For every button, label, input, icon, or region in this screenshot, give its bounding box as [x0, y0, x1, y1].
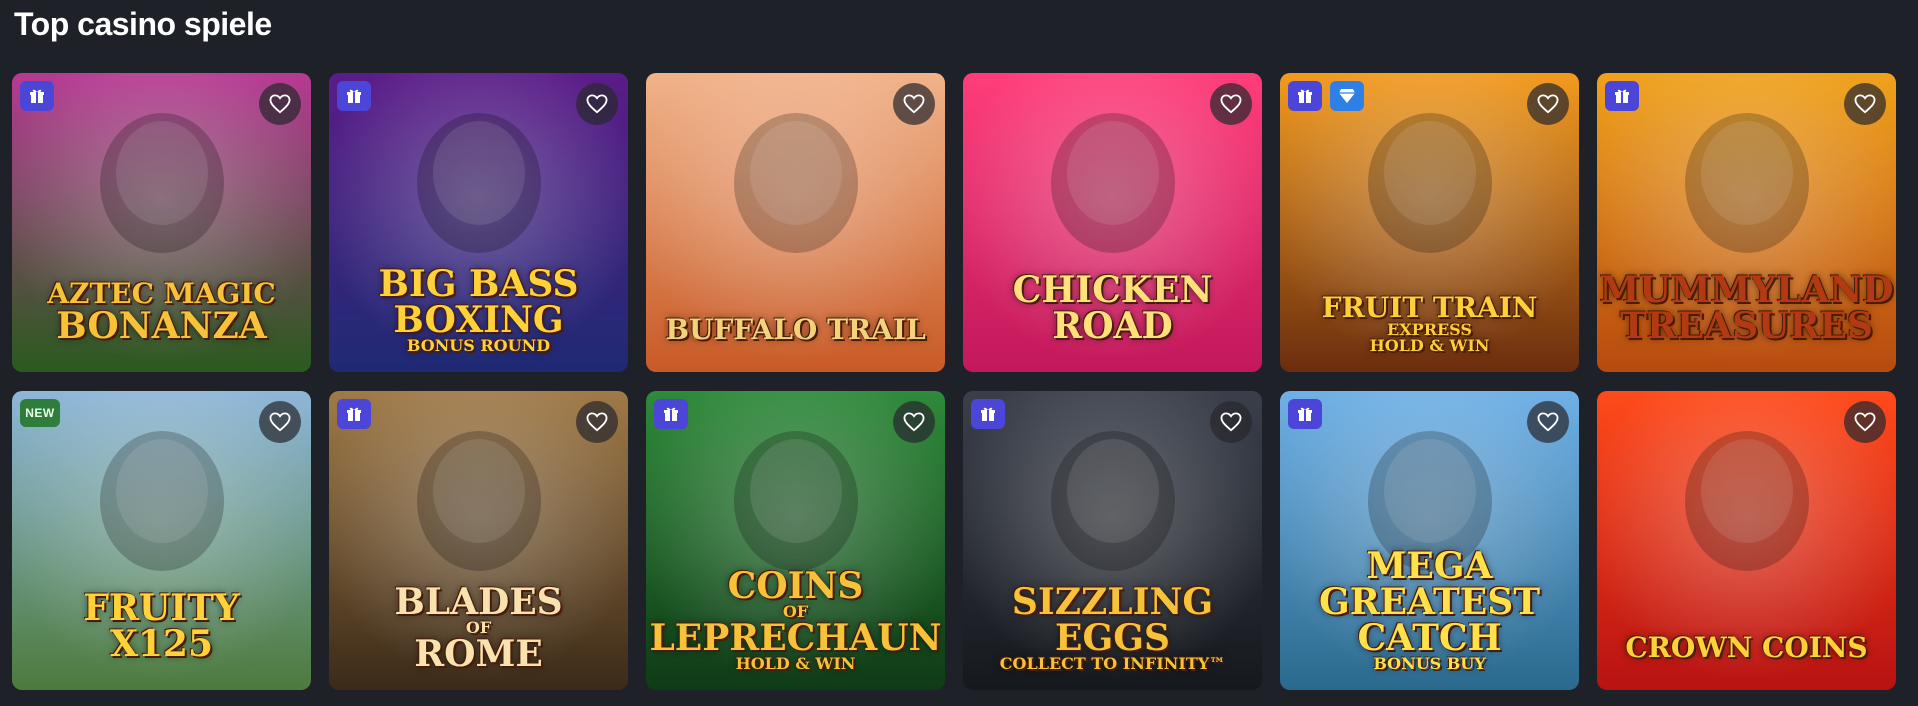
game-logo-line: Road	[1052, 305, 1173, 347]
game-badges	[971, 399, 1005, 429]
favorite-button[interactable]	[259, 401, 301, 443]
game-logo-line: Bonus Buy	[1373, 654, 1486, 673]
diamond-icon	[1330, 81, 1364, 111]
gift-icon	[1288, 399, 1322, 429]
game-logo-line: x125	[109, 623, 214, 665]
game-logo-line: Chicken	[1012, 269, 1213, 311]
game-logo: Fruity x125	[12, 590, 311, 662]
game-logo-line: Sizzling	[1011, 581, 1214, 623]
game-logo-line: Treasures	[1620, 305, 1873, 347]
game-logo-line: Collect to Infinity™	[999, 654, 1226, 673]
game-logo: Blades of Rome	[329, 584, 628, 672]
game-logo: Aztec Magic Bonanza	[12, 277, 311, 347]
heart-icon	[1854, 412, 1876, 432]
game-tile-mummyland-treasures[interactable]: Mummyland Treasures	[1597, 73, 1896, 372]
favorite-button[interactable]	[1527, 83, 1569, 125]
favorite-button[interactable]	[1527, 401, 1569, 443]
game-logo: Fruit Train Express Hold & Win	[1280, 294, 1579, 354]
game-logo-line: Catch	[1357, 617, 1502, 659]
game-logo-line: Bonanza	[56, 305, 267, 347]
section-title: Top casino spiele	[14, 6, 272, 42]
gift-icon	[971, 399, 1005, 429]
game-logo-line: Greatest	[1318, 581, 1541, 623]
favorite-button[interactable]	[893, 401, 935, 443]
game-logo-line: Boxing	[393, 299, 564, 341]
game-tile-fruity-x125[interactable]: Fruity x125 NEW	[12, 391, 311, 690]
heart-icon	[1220, 94, 1242, 114]
game-logo-line: Bonus Round	[406, 336, 551, 355]
heart-icon	[586, 94, 608, 114]
gift-icon	[1288, 81, 1322, 111]
game-logo: Big Bass Boxing Bonus Round	[329, 266, 628, 354]
favorite-button[interactable]	[1210, 401, 1252, 443]
game-logo-line: Aztec Magic	[47, 277, 276, 310]
game-tile-blades-of-rome[interactable]: Blades of Rome	[329, 391, 628, 690]
game-badges	[654, 399, 688, 429]
games-grid: Aztec Magic Bonanza Big Bass Boxing Bonus R…	[12, 73, 1896, 690]
heart-icon	[1537, 412, 1559, 432]
heart-icon	[1537, 94, 1559, 114]
game-logo: Buffalo Trail	[646, 316, 945, 344]
game-logo-line: Rome	[414, 633, 543, 675]
heart-icon	[1220, 412, 1242, 432]
heart-icon	[903, 94, 925, 114]
game-logo-line: Blades	[394, 581, 563, 623]
game-logo-line: Coins	[727, 565, 864, 607]
game-tile-crown-coins[interactable]: Crown Coins	[1597, 391, 1896, 690]
favorite-button[interactable]	[1844, 83, 1886, 125]
favorite-button[interactable]	[576, 83, 618, 125]
gift-icon	[1605, 81, 1639, 111]
favorite-button[interactable]	[893, 83, 935, 125]
game-badges	[337, 81, 371, 111]
game-logo-line: Hold & Win	[1369, 336, 1490, 355]
game-logo: Coins of Leprechaun Hold & Win	[646, 568, 945, 672]
game-tile-fruit-train-express[interactable]: Fruit Train Express Hold & Win	[1280, 73, 1579, 372]
game-logo-line: Mega	[1366, 545, 1493, 587]
gift-icon	[337, 81, 371, 111]
game-badges	[20, 81, 54, 111]
game-tile-aztec-magic-bonanza[interactable]: Aztec Magic Bonanza	[12, 73, 311, 372]
game-logo: Sizzling Eggs Collect to Infinity™	[963, 584, 1262, 672]
game-badges	[337, 399, 371, 429]
heart-icon	[1854, 94, 1876, 114]
game-logo-line: Crown Coins	[1625, 631, 1868, 664]
game-tile-chicken-road[interactable]: Chicken Road	[963, 73, 1262, 372]
game-logo-line: Mummyland	[1599, 269, 1894, 311]
heart-icon	[269, 94, 291, 114]
game-logo-line: Buffalo Trail	[665, 313, 926, 346]
game-logo-line: Big Bass	[378, 263, 579, 305]
game-logo-line: Hold & Win	[735, 654, 856, 673]
game-logo: Mummyland Treasures	[1597, 272, 1896, 344]
favorite-button[interactable]	[259, 83, 301, 125]
favorite-button[interactable]	[1844, 401, 1886, 443]
game-logo: Chicken Road	[963, 272, 1262, 344]
favorite-button[interactable]	[576, 401, 618, 443]
game-logo: Crown Coins	[1597, 634, 1896, 662]
heart-icon	[586, 412, 608, 432]
game-tile-buffalo-trail[interactable]: Buffalo Trail	[646, 73, 945, 372]
game-badges	[1605, 81, 1639, 111]
favorite-button[interactable]	[1210, 83, 1252, 125]
heart-icon	[903, 412, 925, 432]
game-tile-mega-greatest-catch[interactable]: Mega Greatest Catch Bonus Buy	[1280, 391, 1579, 690]
game-logo-line: Leprechaun	[649, 617, 942, 659]
game-tile-sizzling-eggs[interactable]: Sizzling Eggs Collect to Infinity™	[963, 391, 1262, 690]
game-logo-line: Fruity	[83, 587, 240, 629]
gift-icon	[20, 81, 54, 111]
game-logo-line: Fruit Train	[1321, 291, 1538, 324]
gift-icon	[337, 399, 371, 429]
game-tile-coins-of-leprechaun[interactable]: Coins of Leprechaun Hold & Win	[646, 391, 945, 690]
game-badges	[1288, 399, 1322, 429]
gift-icon	[654, 399, 688, 429]
game-tile-big-bass-boxing[interactable]: Big Bass Boxing Bonus Round	[329, 73, 628, 372]
heart-icon	[269, 412, 291, 432]
game-logo-line: Eggs	[1055, 617, 1170, 659]
game-logo: Mega Greatest Catch Bonus Buy	[1280, 548, 1579, 672]
new-badge: NEW	[20, 399, 60, 427]
game-badges: NEW	[20, 399, 60, 427]
game-badges	[1288, 81, 1364, 111]
